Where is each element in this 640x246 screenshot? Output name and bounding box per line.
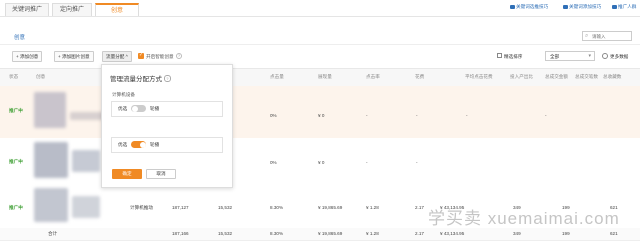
video-icon (510, 4, 515, 9)
top-link-1[interactable]: 关键词选推技巧 (510, 4, 548, 10)
popup-title: 管理流量分配方式 ? (110, 73, 171, 83)
row-dash: - (366, 160, 368, 165)
add-image-creative-button[interactable]: + 添加图片创意 (54, 51, 94, 62)
total-orders: 349 (513, 231, 521, 236)
col-status: 状态 (9, 74, 19, 79)
mobile-toggle[interactable] (131, 141, 146, 148)
row-ctr: 0% (270, 113, 277, 118)
row-cpc: ¥ 1.28 (366, 205, 379, 210)
col-gmv: 总成交金额 (545, 74, 568, 79)
row-dash: - (545, 113, 547, 118)
cancel-button[interactable]: 取消 (146, 169, 176, 179)
pc-switch-box: 优选 轮播 (111, 101, 223, 117)
col-impressions: 展现量 (318, 74, 332, 79)
search-icon: ⌕ (585, 32, 589, 39)
row-roi: 2.17 (415, 205, 424, 210)
traffic-distribution-button[interactable]: 流量分配 ^ (102, 51, 132, 62)
col-roi: 投入产出比 (510, 74, 533, 79)
section-title: 创意 (14, 35, 26, 41)
search-box[interactable]: ⌕ (582, 31, 632, 41)
row-cost: ¥ 0 (318, 113, 325, 118)
total-impressions: 15,532 (218, 231, 233, 236)
top-link-3[interactable]: 推广人群 (612, 4, 636, 10)
total-cost: ¥ 19,865.69 (318, 231, 343, 236)
total-ctr: 8.30% (270, 231, 284, 236)
help-icon[interactable]: ? (163, 75, 171, 82)
col-clicks: 点击量 (270, 74, 284, 79)
total-gmv: ¥ 43,134.95 (440, 231, 465, 236)
row-status: 推广中 (9, 205, 23, 210)
row-dash: - (416, 160, 418, 165)
col-favs: 总收藏数 (603, 74, 622, 79)
row-ctr: 0% (270, 160, 277, 165)
chevron-down-icon: ▾ (588, 53, 591, 59)
tab-targeting[interactable]: 定向推广 (52, 3, 92, 16)
row-status: 推广中 (9, 159, 23, 164)
row-clicks: 187,127 (172, 205, 189, 210)
video-icon (563, 4, 568, 9)
video-icon (612, 4, 617, 9)
smart-creative-label: 开启智能创意 (146, 54, 174, 59)
section-divider (0, 44, 640, 45)
traffic-allocation-popup: 管理流量分配方式 ? 计算机设备 优选 轮播 优选 轮播 确定 取消 (101, 64, 233, 188)
creative-thumbnail (34, 188, 68, 222)
creative-thumbnail (34, 92, 66, 128)
chevron-up-icon: ^ (124, 54, 128, 59)
device-label: 计算机设备 (112, 92, 135, 97)
top-link-2[interactable]: 关键词添加技巧 (563, 4, 601, 10)
creative-thumbnail (72, 150, 100, 172)
sort-select[interactable]: 全部 ▾ (545, 51, 595, 61)
grid-icon (497, 53, 502, 58)
col-cpc: 平均点击花费 (465, 74, 493, 79)
col-orders: 总成交笔数 (575, 74, 598, 79)
row-name: 计算机推动 (130, 205, 153, 210)
total-carts: 621 (610, 231, 618, 236)
creative-thumbnail (34, 142, 68, 178)
sort-label: 精选排序 (504, 54, 523, 59)
total-cpc: ¥ 1.28 (366, 231, 379, 236)
col-cost: 花费 (415, 74, 425, 79)
row-cost: ¥ 0 (318, 160, 325, 165)
mobile-switch-box: 优选 轮播 (111, 137, 223, 153)
row-dash: - (416, 113, 418, 118)
col-creative: 创意 (36, 74, 46, 79)
total-label: 合计 (48, 231, 58, 236)
total-clicks: 187,166 (172, 231, 189, 236)
check-icon: ✓ (139, 52, 144, 58)
total-roi: 2.17 (415, 231, 424, 236)
row-cost: ¥ 19,865.69 (318, 205, 343, 210)
total-favs: 199 (562, 231, 570, 236)
row-status: 推广中 (9, 108, 23, 113)
smart-creative-checkbox[interactable]: ✓ (138, 52, 144, 59)
settings-icon (602, 53, 608, 59)
search-input[interactable] (592, 33, 630, 39)
more-data-link[interactable]: 更多数据 (610, 54, 628, 60)
add-creative-button[interactable]: + 添加创意 (12, 51, 43, 62)
creative-thumbnail (72, 196, 100, 218)
col-ctr: 点击率 (366, 74, 380, 79)
row-dash: - (366, 113, 368, 118)
tab-divider (0, 16, 640, 17)
tab-creative[interactable]: 创意 (95, 3, 139, 16)
help-icon[interactable]: ? (176, 53, 182, 59)
watermark: 学买卖 xuemaimai.com (428, 209, 620, 228)
row-dash: - (466, 113, 468, 118)
row-ctr: 8.30% (270, 205, 284, 210)
confirm-button[interactable]: 确定 (112, 169, 142, 179)
tab-keyword[interactable]: 关键词推广 (5, 3, 49, 16)
pc-toggle[interactable] (131, 105, 146, 112)
row-impressions: 15,532 (218, 205, 233, 210)
